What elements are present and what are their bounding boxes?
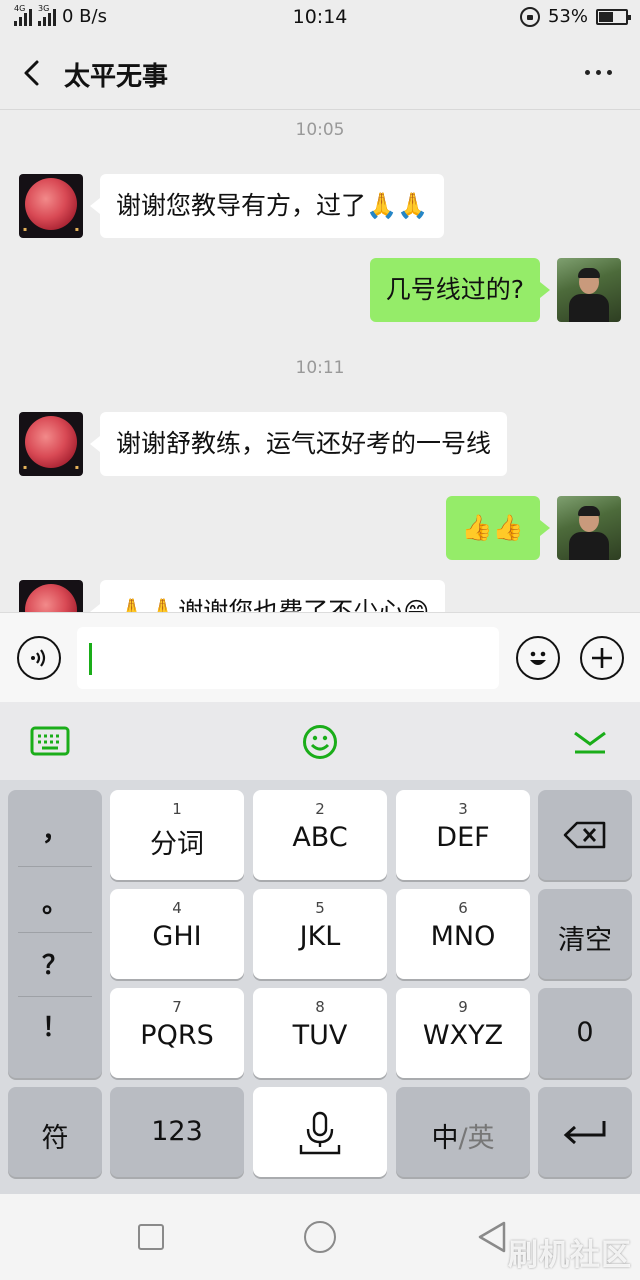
voice-input-button[interactable] bbox=[17, 636, 61, 680]
key-9[interactable]: 9 WXYZ bbox=[396, 988, 530, 1078]
rotation-lock-icon bbox=[519, 6, 540, 27]
system-nav-bar: 刷机社区 bbox=[0, 1194, 640, 1280]
incoming-message-bubble[interactable]: 🙏🙏谢谢您也费了不少心😁 bbox=[89, 580, 446, 612]
symbol-label: 符 bbox=[41, 1123, 69, 1154]
numeric-key[interactable]: 123 bbox=[110, 1087, 244, 1177]
backspace-icon bbox=[563, 821, 606, 849]
key-number: 7 bbox=[172, 998, 182, 1016]
enter-key[interactable] bbox=[538, 1087, 632, 1177]
key-3[interactable]: 3 DEF bbox=[396, 790, 530, 880]
key-label: GHI bbox=[152, 921, 202, 952]
microphone-icon bbox=[299, 1111, 341, 1155]
punct-comma-key[interactable]: ， bbox=[8, 800, 102, 864]
plus-icon bbox=[592, 648, 612, 668]
language-zh: 中 bbox=[431, 1123, 459, 1154]
more-functions-button[interactable] bbox=[580, 636, 624, 680]
key-8[interactable]: 8 TUV bbox=[253, 988, 387, 1078]
clear-key[interactable]: 清空 bbox=[538, 889, 632, 979]
incoming-message-bubble[interactable]: 谢谢您教导有方，过了🙏🙏 bbox=[89, 174, 445, 238]
self-avatar[interactable] bbox=[557, 496, 621, 560]
key-label: TUV bbox=[292, 1020, 348, 1051]
message-input[interactable] bbox=[77, 627, 499, 689]
contact-avatar[interactable]: ▪ ▪ bbox=[19, 174, 83, 238]
key-number: 1 bbox=[172, 800, 182, 818]
punct-question-key[interactable]: ？ bbox=[8, 934, 102, 998]
backspace-key[interactable] bbox=[538, 790, 632, 880]
t9-keyboard: ， 。 ？ ！ 1 分词 2 ABC 3 DEF 4 GHI 5 JKL 6 M… bbox=[0, 780, 640, 1194]
symbol-key[interactable]: 符 bbox=[8, 1087, 102, 1177]
chat-title: 太平无事 bbox=[64, 62, 169, 92]
battery-percent: 53% bbox=[547, 6, 588, 27]
language-label: 中/英 bbox=[396, 1116, 530, 1155]
message-list[interactable]: 10:05 ▪ ▪ 谢谢您教导有方，过了🙏🙏 几号线过的? 10:11 ▪ ▪ 谢谢… bbox=[0, 110, 640, 612]
key-number: 4 bbox=[172, 899, 182, 917]
key-label: 分词 bbox=[150, 829, 204, 860]
key-number: 3 bbox=[458, 800, 468, 818]
numeric-label: 123 bbox=[151, 1116, 203, 1147]
clear-label: 清空 bbox=[558, 925, 612, 956]
voice-icon bbox=[31, 649, 46, 667]
contact-avatar[interactable]: ▪ ▪ bbox=[19, 412, 83, 476]
language-separator: / bbox=[458, 1123, 468, 1154]
battery-icon bbox=[596, 8, 631, 25]
language-en: 英 bbox=[467, 1123, 495, 1154]
text-caret bbox=[89, 643, 92, 675]
battery-fill bbox=[599, 11, 613, 22]
emoji-panel-icon[interactable] bbox=[302, 724, 338, 760]
keyboard-toolbar bbox=[0, 702, 640, 780]
key-number: 8 bbox=[315, 998, 325, 1016]
key-label: JKL bbox=[299, 921, 341, 952]
back-nav-icon[interactable] bbox=[476, 1220, 508, 1254]
punct-period-key[interactable]: 。 bbox=[8, 872, 102, 936]
space-voice-key[interactable] bbox=[253, 1087, 387, 1177]
status-bar: 4G 3G 0 B/s 10:14 53% bbox=[0, 0, 640, 36]
zero-label: 0 bbox=[576, 1017, 594, 1048]
message-timestamp: 10:11 bbox=[295, 358, 345, 378]
hide-keyboard-icon[interactable] bbox=[572, 730, 608, 756]
punct-exclaim-key[interactable]: ！ bbox=[8, 996, 102, 1060]
key-number: 5 bbox=[315, 899, 325, 917]
key-number: 6 bbox=[458, 899, 468, 917]
key-number: 9 bbox=[458, 998, 468, 1016]
key-2[interactable]: 2 ABC bbox=[253, 790, 387, 880]
outgoing-message-bubble[interactable]: 几号线过的? bbox=[369, 258, 551, 322]
chat-header: 太平无事 bbox=[0, 36, 640, 110]
message-input-bar bbox=[0, 612, 640, 702]
key-1[interactable]: 1 分词 bbox=[110, 790, 244, 880]
contact-avatar[interactable] bbox=[19, 580, 83, 612]
outgoing-message-bubble[interactable]: 👍👍 bbox=[445, 496, 551, 560]
more-options-icon[interactable] bbox=[585, 70, 612, 75]
incoming-message-bubble[interactable]: 谢谢舒教练，运气还好考的一号线 bbox=[89, 412, 508, 476]
back-arrow-icon[interactable] bbox=[18, 58, 48, 88]
watermark-logo: 刷机社区 bbox=[508, 1238, 632, 1273]
key-number: 2 bbox=[315, 800, 325, 818]
home-icon[interactable] bbox=[304, 1221, 336, 1253]
smiley-icon bbox=[530, 651, 546, 665]
key-label: PQRS bbox=[140, 1020, 214, 1051]
enter-icon bbox=[563, 1121, 606, 1145]
status-right: 53% bbox=[519, 6, 631, 27]
key-7[interactable]: 7 PQRS bbox=[110, 988, 244, 1078]
key-6[interactable]: 6 MNO bbox=[396, 889, 530, 979]
message-timestamp: 10:05 bbox=[295, 120, 345, 140]
key-5[interactable]: 5 JKL bbox=[253, 889, 387, 979]
zero-key[interactable]: 0 bbox=[538, 988, 632, 1078]
key-label: MNO bbox=[430, 921, 496, 952]
keyboard-switch-icon[interactable] bbox=[30, 726, 70, 756]
punctuation-column[interactable]: ， 。 ？ ！ bbox=[8, 790, 102, 1078]
key-label: ABC bbox=[292, 822, 348, 853]
key-label: DEF bbox=[436, 822, 490, 853]
self-avatar[interactable] bbox=[557, 258, 621, 322]
key-4[interactable]: 4 GHI bbox=[110, 889, 244, 979]
emoji-button[interactable] bbox=[516, 636, 560, 680]
recent-apps-icon[interactable] bbox=[138, 1224, 164, 1250]
language-switch-key[interactable]: 中/英 bbox=[396, 1087, 530, 1177]
key-label: WXYZ bbox=[422, 1020, 504, 1051]
